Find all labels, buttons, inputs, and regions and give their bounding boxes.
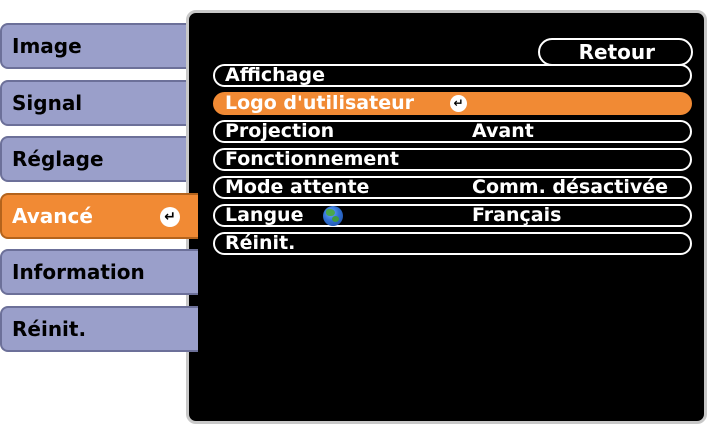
enter-icon: ↵ — [450, 95, 467, 112]
menu-row-value: Français — [472, 204, 562, 226]
tab-label: Information — [12, 260, 145, 284]
enter-icon: ↵ — [160, 207, 180, 227]
tab-label: Réglage — [12, 147, 104, 171]
tab-reinit[interactable]: Réinit. — [0, 306, 198, 352]
menu-row-fonctionnement[interactable]: Fonctionnement — [213, 148, 692, 171]
menu-row-value: Comm. désactivée — [472, 176, 669, 198]
tab-information[interactable]: Information — [0, 249, 198, 295]
tab-reglage[interactable]: Réglage — [0, 136, 198, 182]
menu-row-label: Langue — [225, 204, 304, 226]
tab-label: Avancé — [12, 204, 93, 228]
tab-avance[interactable]: Avancé ↵ — [0, 193, 198, 239]
menu-row-affichage[interactable]: Affichage — [213, 64, 692, 87]
menu-row-label: Réinit. — [225, 232, 296, 254]
menu-row-reinit[interactable]: Réinit. — [213, 232, 692, 255]
menu-row-label: Mode attente — [225, 176, 370, 198]
tab-label: Signal — [12, 91, 83, 115]
tab-label: Réinit. — [12, 317, 87, 341]
menu-row-label: Logo d'utilisateur — [225, 92, 414, 114]
menu-row-label: Projection — [225, 120, 335, 142]
tab-label: Image — [12, 34, 82, 58]
back-button[interactable]: Retour — [538, 38, 693, 66]
menu-row-logo-utilisateur[interactable]: Logo d'utilisateur ↵ — [213, 92, 692, 115]
menu-row-langue[interactable]: Langue Français — [213, 204, 692, 227]
menu-row-mode-attente[interactable]: Mode attente Comm. désactivée — [213, 176, 692, 199]
menu-row-projection[interactable]: Projection Avant — [213, 120, 692, 143]
menu-row-label: Fonctionnement — [225, 148, 399, 170]
back-button-label: Retour — [578, 40, 655, 64]
tab-image[interactable]: Image — [0, 23, 198, 69]
menu-row-value: Avant — [472, 120, 534, 142]
globe-icon — [323, 206, 343, 226]
tab-signal[interactable]: Signal — [0, 80, 198, 126]
menu-row-label: Affichage — [225, 64, 325, 86]
